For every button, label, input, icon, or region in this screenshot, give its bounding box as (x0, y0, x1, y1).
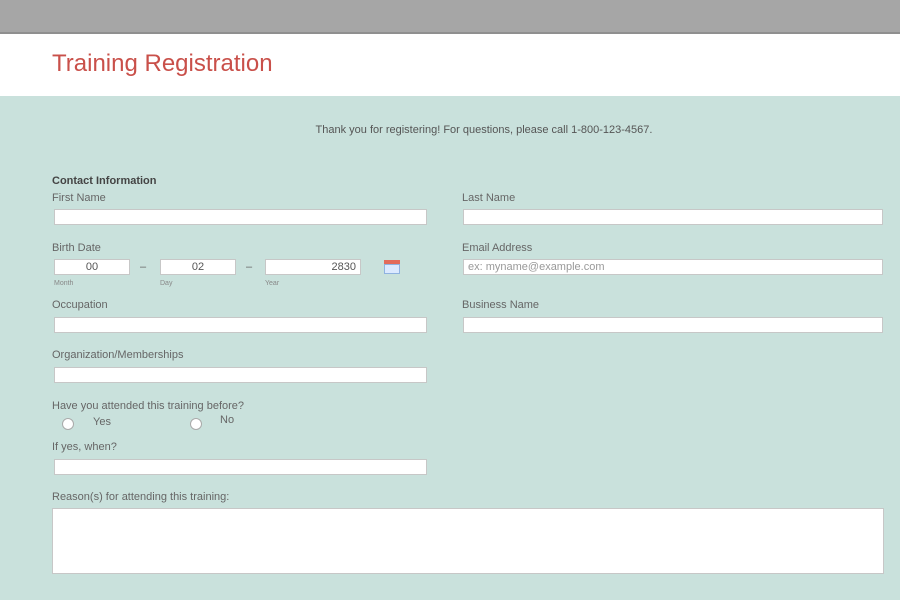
last-name-input[interactable] (463, 209, 883, 225)
birth-year-input[interactable]: 2830 (265, 259, 361, 275)
first-name-input[interactable] (54, 209, 427, 225)
organization-label: Organization/Memberships (52, 349, 184, 361)
email-placeholder: ex: myname@example.com (468, 261, 605, 273)
birth-month-input[interactable]: 00 (54, 259, 130, 275)
page-title: Training Registration (52, 50, 273, 77)
date-separator: – (140, 261, 147, 273)
date-separator: – (246, 261, 253, 273)
email-label: Email Address (462, 242, 533, 254)
if-yes-input[interactable] (54, 459, 427, 475)
if-yes-label: If yes, when? (52, 441, 117, 453)
radio-no[interactable] (190, 418, 202, 430)
occupation-input[interactable] (54, 317, 427, 333)
reasons-textarea[interactable] (52, 508, 884, 574)
notice-text: Thank you for registering! For questions… (315, 124, 653, 136)
form-body: Thank you for registering! For questions… (0, 96, 900, 600)
year-sublabel: Year (265, 280, 280, 287)
organization-input[interactable] (54, 367, 427, 383)
radio-yes-label: Yes (93, 416, 111, 428)
business-name-input[interactable] (463, 317, 883, 333)
section-title-contact: Contact Information (52, 175, 157, 187)
first-name-label: First Name (52, 192, 106, 204)
month-sublabel: Month (54, 280, 74, 287)
radio-yes[interactable] (62, 418, 74, 430)
birth-day-input[interactable]: 02 (160, 259, 236, 275)
browser-top-bar (0, 0, 900, 34)
attended-question-label: Have you attended this training before? (52, 400, 245, 412)
calendar-icon[interactable] (384, 260, 400, 274)
radio-no-label: No (220, 414, 235, 426)
last-name-label: Last Name (462, 192, 516, 204)
day-sublabel: Day (160, 280, 173, 287)
business-name-label: Business Name (462, 299, 540, 311)
form-header: Training Registration (0, 34, 900, 96)
birth-date-label: Birth Date (52, 242, 101, 254)
occupation-label: Occupation (52, 299, 108, 311)
reasons-label: Reason(s) for attending this training: (52, 491, 230, 503)
email-input[interactable]: ex: myname@example.com (463, 259, 883, 275)
